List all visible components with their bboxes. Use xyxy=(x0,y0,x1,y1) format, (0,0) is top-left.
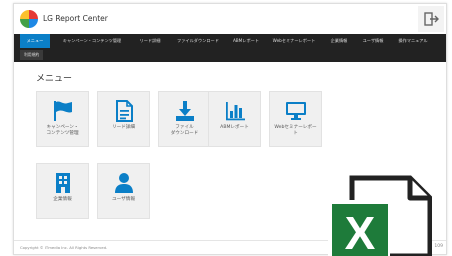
tile-label: Webセミナーレポー ト xyxy=(274,125,317,136)
tile-user-info[interactable]: ユーザ情報 xyxy=(97,163,150,219)
bar-chart-icon xyxy=(226,102,245,121)
header: LG Report Center xyxy=(14,4,446,34)
excel-letter: X xyxy=(345,207,376,256)
user-icon xyxy=(115,173,133,193)
tile-abm-report[interactable]: ABMレポート xyxy=(208,91,261,147)
nav-item-file-download[interactable]: ファイルダウンロード xyxy=(172,34,224,48)
nav-item-lead-detail[interactable]: リード詳細 xyxy=(134,34,166,48)
tile-company-info[interactable]: 企業情報 xyxy=(36,163,89,219)
tile-label: ファイル ダウンロード xyxy=(170,125,199,136)
monitor-icon xyxy=(286,102,306,120)
tile-label: ユーザ情報 xyxy=(112,197,135,202)
tile-label: キャンペーン・ コンテンツ管理 xyxy=(46,125,79,136)
logout-icon xyxy=(424,12,439,26)
download-icon xyxy=(176,101,194,121)
nav-item-menu[interactable]: メニュー xyxy=(20,34,50,48)
tile-webinar-report[interactable]: Webセミナーレポー ト xyxy=(269,91,322,147)
logo-icon xyxy=(20,10,38,28)
nav-item-user-info[interactable]: ユーザ情報 xyxy=(358,34,388,48)
building-icon xyxy=(56,173,70,193)
nav-item-webinar-report[interactable]: Webセミナーレポート xyxy=(268,34,320,48)
tile-label: 企業情報 xyxy=(53,197,72,202)
page-title: メニュー xyxy=(36,74,73,84)
app-title: LG Report Center xyxy=(43,14,108,23)
tile-lead-detail[interactable]: リード詳細 xyxy=(97,91,150,147)
version-text: 109 xyxy=(434,244,443,249)
main-nav: メニュー キャンペーン・コンテンツ管理 リード詳細 ファイルダウンロード ABM… xyxy=(14,34,446,62)
nav-item-manual[interactable]: 操作マニュアル xyxy=(394,34,432,48)
flag-icon xyxy=(54,101,72,121)
logout-button[interactable] xyxy=(418,6,444,32)
subnav-tab-terms[interactable]: 利用規約 xyxy=(20,50,44,60)
copyright-text: Copyright © ITmedia Inc. All Rights Rese… xyxy=(20,245,108,250)
nav-item-company-info[interactable]: 企業情報 xyxy=(326,34,352,48)
excel-icon: X xyxy=(328,175,432,256)
tile-file-download[interactable]: ファイル ダウンロード xyxy=(158,91,211,147)
tile-campaign[interactable]: キャンペーン・ コンテンツ管理 xyxy=(36,91,89,147)
nav-item-campaign[interactable]: キャンペーン・コンテンツ管理 xyxy=(54,34,130,48)
document-icon xyxy=(116,100,133,122)
tile-label: リード詳細 xyxy=(112,125,135,130)
nav-item-abm-report[interactable]: ABMレポート xyxy=(228,34,264,48)
tile-label: ABMレポート xyxy=(220,125,249,130)
